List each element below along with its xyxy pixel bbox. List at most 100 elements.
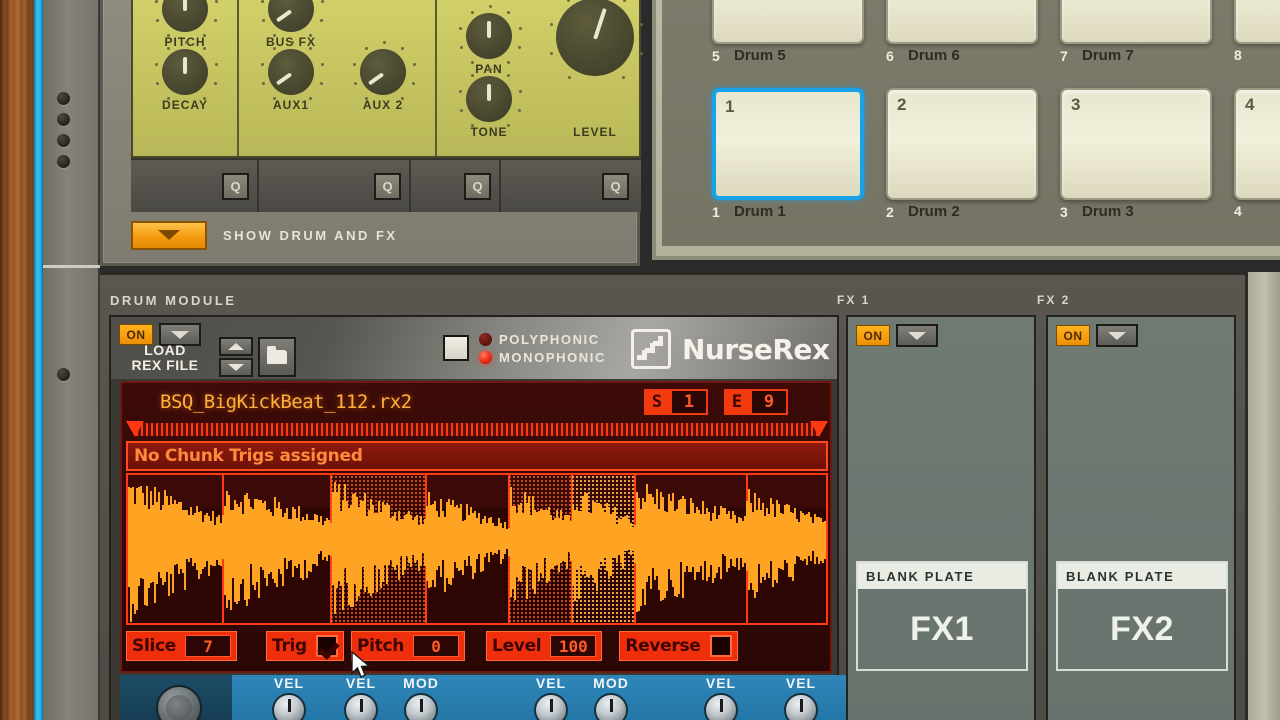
chevron-up-icon [228,343,244,350]
level-control[interactable]: Level 100 [486,631,603,661]
vel-knob-group-3: VEL [522,675,580,720]
drum-pad-4[interactable]: 4 [1234,88,1280,200]
show-drum-and-fx-row: SHOW DRUM AND FX [131,218,641,252]
vel-knob-group-2: VEL [332,675,390,720]
aux2-knob[interactable] [353,41,416,101]
quantize-button[interactable]: Q [602,172,629,200]
stairs-icon [631,329,671,369]
master-mod-knob[interactable] [156,685,202,720]
knob-ticks [259,0,324,41]
fx1-plate[interactable]: BLANK PLATE FX1 [856,561,1028,671]
knob-label-level: LEVEL [573,125,617,139]
slice-value: 7 [185,635,232,657]
end-range-handle[interactable] [810,421,828,437]
waveform-bar [824,537,826,560]
drum-pad-index: 2 [886,203,894,220]
quantize-button[interactable]: Q [464,172,491,200]
show-drum-and-fx-label: SHOW DRUM AND FX [223,227,398,243]
knob-cell-level-label: LEVEL [535,101,655,139]
rex-file-next-button[interactable] [219,358,253,377]
fx2-select-dropdown[interactable] [1096,324,1138,347]
end-marker-key: E [724,389,750,415]
rex-file-prev-button[interactable] [219,337,253,356]
drum-pad-3[interactable]: 3 [1060,88,1212,200]
screw-icon [57,113,70,126]
mod-knob-group-2: MOD [582,675,640,720]
vel-knob[interactable] [534,693,568,720]
reverse-control[interactable]: Reverse [619,631,738,661]
drum-pad-cell-6: 6 6 Drum 6 [886,0,1038,64]
show-drum-and-fx-button[interactable] [131,220,207,250]
vel-knob[interactable] [704,693,738,720]
mode-row-monophonic[interactable]: MONOPHONIC [479,348,606,366]
quantize-button[interactable]: Q [222,172,249,200]
bus-fx-knob[interactable] [261,0,324,38]
knob-plate: PITCH DECAY [131,0,643,158]
chunk-trig-bar[interactable]: No Chunk Trigs assigned [126,441,828,471]
drum-pad-name: Drum 3 [1082,203,1134,220]
drum-pad-index: 5 [712,47,720,64]
mod-knob[interactable] [594,693,628,720]
vel-knob[interactable] [272,693,306,720]
level-knob[interactable] [550,0,643,79]
drum-pad-8[interactable]: 8 [1234,0,1280,44]
fx2-on-button[interactable]: ON [1056,325,1090,346]
slice-control[interactable]: Slice 7 [126,631,238,661]
drum-pad-cell-8: 8 8 [1234,0,1280,63]
drum-pad-cell-7: 7 7 Drum 7 [1060,0,1212,64]
fx2-panel: ON BLANK PLATE FX2 [1046,315,1236,720]
wood-rail [0,0,34,720]
pan-knob[interactable] [459,5,522,65]
knob-cell-decay: DECAY [139,41,231,112]
fx1-plate-header: BLANK PLATE [858,563,1026,589]
vel-knob[interactable] [344,693,378,720]
quantize-button[interactable]: Q [374,172,401,200]
drum-pad-5[interactable]: 5 [712,0,864,44]
fx2-plate[interactable]: BLANK PLATE FX2 [1056,561,1228,671]
drum-pad-1[interactable]: 1 [712,88,864,200]
drum-pad-cell-1: 1 1 Drum 1 [712,88,864,220]
q-cell-3: Q [411,160,501,212]
mode-row-polyphonic[interactable]: POLYPHONIC [479,330,606,348]
chevron-down-icon [228,364,244,371]
cyan-accent-rail [34,0,43,720]
trig-checkbox[interactable] [315,635,338,657]
knob-pointer [487,21,491,38]
end-marker-field[interactable]: E 9 [724,389,788,415]
decay-knob[interactable] [155,41,218,101]
vel-knob[interactable] [784,693,818,720]
drum-pad-index: 1 [712,203,720,220]
mode-toggle-button[interactable] [443,335,469,361]
drum-pad-2[interactable]: 2 [886,88,1038,200]
browse-file-button[interactable] [258,337,296,377]
drum-pad-name: Drum 7 [1082,47,1134,64]
reverse-checkbox[interactable] [709,635,732,657]
polyphonic-led-icon [479,332,492,346]
drum-pad-row-bottom: 1 1 Drum 1 2 2 Drum 2 3 3 Drum 3 4 4 [662,88,1280,236]
folder-icon [267,346,287,364]
waveform-canvas[interactable] [126,473,828,625]
knob-cell-level [535,0,655,79]
knob-cell-aux2: AUX 2 [337,41,429,112]
drum-pad-7[interactable]: 7 [1060,0,1212,44]
fx1-on-button[interactable]: ON [856,325,890,346]
drum-pad-6[interactable]: 6 [886,0,1038,44]
drum-pad-index: 7 [1060,47,1068,64]
drum-pad-cell-2: 2 2 Drum 2 [886,88,1038,220]
trig-control[interactable]: Trig [266,631,344,661]
drum-pad-cell-3: 3 3 Drum 3 [1060,88,1212,220]
fx1-select-dropdown[interactable] [896,324,938,347]
trig-label: Trig [272,636,307,656]
slice-label: Slice [132,636,177,656]
pitch-knob[interactable] [155,0,218,38]
vel-label: VEL [273,675,305,691]
aux1-knob[interactable] [261,41,324,101]
knob-ticks [351,40,416,104]
start-range-handle[interactable] [126,421,144,437]
tone-knob[interactable] [459,68,522,128]
start-marker-field[interactable]: S 1 [644,389,708,415]
fx1-panel: ON BLANK PLATE FX1 [846,315,1036,720]
drum-module-header: ON LOAD REX FILE POLYPHONIC MONOPHONIC N… [111,317,837,379]
mod-knob[interactable] [404,693,438,720]
q-cell-2: Q [259,160,411,212]
